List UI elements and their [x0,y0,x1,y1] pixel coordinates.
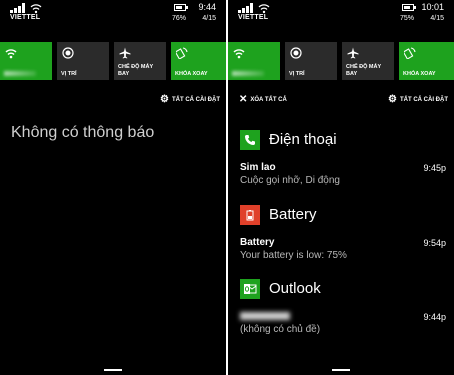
signal-icon [10,3,26,13]
close-icon: ✕ [239,94,248,105]
wifi-network-name-redacted [232,71,264,76]
carrier-name: VIETTEL [238,14,269,21]
rotation-lock-icon [404,47,416,59]
location-tile[interactable]: VỊ TRÍ [57,42,109,80]
date: 4/15 [202,15,216,22]
nav-bar [228,365,454,375]
wifi-icon [30,4,42,14]
wifi-icon [233,49,245,59]
carrier-name: VIETTEL [10,14,41,21]
location-label: VỊ TRÍ [289,70,305,77]
notification-title: Battery [240,237,275,248]
outlook-icon [240,279,260,299]
airplane-mode-label: CHẾ ĐỘ MÁY BAY [346,64,382,77]
rotation-lock-label: KHÓA XOAY [175,70,208,77]
all-settings-link[interactable]: ⚙ TẤT CẢ CÀI ĐẶT [160,93,220,105]
notification-subtitle: Cuộc gọi nhỡ, Di động [240,175,340,186]
group-header: Điện thoại [240,130,446,152]
rotation-lock-label: KHÓA XOAY [403,70,436,77]
quick-actions: VỊ TRÍ CHẾ ĐỘ MÁY BAY KHÓA XOAY [0,42,226,80]
notification-item[interactable]: Battery Your battery is low: 75% 9:54p [240,237,446,269]
wifi-icon [5,49,17,59]
group-header: Battery [240,205,446,227]
airplane-mode-tile[interactable]: CHẾ ĐỘ MÁY BAY [342,42,394,80]
battery-percent: 75% [400,15,415,22]
notification-time: 9:54p [423,238,446,248]
app-name: Battery [269,206,317,223]
phone-screen-right: VIETTEL 10:01 75% 4/15 VỊ TRÍ CHẾ ĐỘ MÁY… [228,0,454,375]
location-tile[interactable]: VỊ TRÍ [285,42,337,80]
location-icon [62,47,74,59]
clock: 10:01 [421,2,444,12]
quick-actions: VỊ TRÍ CHẾ ĐỘ MÁY BAY KHÓA XOAY [228,42,454,80]
notification-group-battery: Battery Battery Your battery is low: 75%… [240,205,446,269]
group-header: Outlook [240,279,446,301]
notification-time: 9:45p [423,163,446,173]
phone-screen-left: VIETTEL 9:44 76% 4/15 VỊ TRÍ CHẾ ĐỘ MÁY … [0,0,226,375]
app-name: Outlook [269,280,321,297]
airplane-mode-tile[interactable]: CHẾ ĐỘ MÁY BAY [114,42,166,80]
notification-subtitle: (không có chủ đề) [240,324,321,335]
gear-icon: ⚙ [388,94,397,105]
wifi-icon [258,4,270,14]
status-bar: VIETTEL 9:44 76% 4/15 [0,0,226,30]
clear-all-label: XÓA TẤT CẢ [250,97,287,103]
nav-handle[interactable] [332,369,350,371]
gear-icon: ⚙ [160,94,169,105]
notification-title: Sim lao [240,162,276,173]
all-settings-label: TẤT CẢ CÀI ĐẶT [400,97,448,103]
battery-status-icon [402,4,416,11]
rotation-lock-tile[interactable]: KHÓA XOAY [399,42,454,80]
all-settings-label: TẤT CẢ CÀI ĐẶT [172,97,220,103]
nav-bar [0,365,226,375]
app-name: Điện thoại [269,131,337,148]
battery-percent: 76% [172,15,187,22]
all-settings-link[interactable]: ⚙ TẤT CẢ CÀI ĐẶT [388,93,448,105]
clear-all-button[interactable]: ✕ XÓA TẤT CẢ [239,93,287,105]
notification-item[interactable]: (không có chủ đề) 9:44p [240,311,446,343]
notification-group-outlook: Outlook (không có chủ đề) 9:44p [240,279,446,343]
wifi-tile[interactable] [228,42,280,80]
status-bar: VIETTEL 10:01 75% 4/15 [228,0,454,30]
nav-handle[interactable] [104,369,122,371]
wifi-tile[interactable] [0,42,52,80]
battery-icon [240,205,260,225]
notification-title-redacted [240,312,290,320]
phone-icon [240,130,260,150]
location-icon [290,47,302,59]
notification-group-phone: Điện thoại Sim lao Cuộc gọi nhỡ, Di động… [240,130,446,194]
notification-subtitle: Your battery is low: 75% [240,250,347,261]
signal-icon [238,3,254,13]
airplane-icon [119,47,131,59]
empty-notifications-message: Không có thông báo [11,124,155,141]
notification-item[interactable]: Sim lao Cuộc gọi nhỡ, Di động 9:45p [240,162,446,194]
wifi-network-name-redacted [4,71,36,76]
battery-status-icon [174,4,188,11]
notification-time: 9:44p [423,312,446,322]
location-label: VỊ TRÍ [61,70,77,77]
rotation-lock-tile[interactable]: KHÓA XOAY [171,42,226,80]
clock: 9:44 [198,2,216,12]
airplane-mode-label: CHẾ ĐỘ MÁY BAY [118,64,154,77]
date: 4/15 [430,15,444,22]
airplane-icon [347,47,359,59]
rotation-lock-icon [176,47,188,59]
